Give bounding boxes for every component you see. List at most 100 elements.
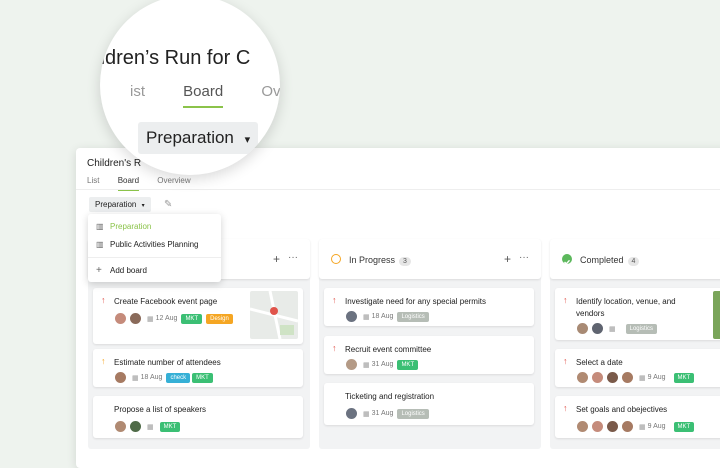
priority-high-icon: ↑	[563, 295, 568, 305]
task-title: Identify location, venue, and vendors	[576, 296, 676, 320]
avatar	[576, 322, 589, 335]
task-meta: ▦ 31 Aug MKT	[345, 358, 419, 371]
task-card[interactable]: ↑ Investigate need for any special permi…	[324, 288, 534, 326]
board-dropdown: ▥ Preparation ▥ Public Activities Planni…	[88, 214, 221, 282]
dropdown-item-label: Public Activities Planning	[110, 240, 199, 249]
tab-overview-zoomed[interactable]: Ove	[261, 83, 280, 106]
more-icon[interactable]: ···	[519, 252, 529, 263]
column-count: 4	[627, 257, 640, 266]
avatar	[621, 420, 634, 433]
column-in-progress: In Progress 3 + ··· ↑ Investigate need fo…	[319, 239, 541, 449]
tab-board-zoomed[interactable]: Board	[183, 83, 224, 108]
task-card[interactable]: Ticketing and registration ▦ 31 Aug Logi…	[324, 383, 534, 425]
tag-check: check	[166, 372, 191, 383]
dropdown-item-public-activities[interactable]: ▥ Public Activities Planning	[96, 240, 199, 249]
more-icon[interactable]: ···	[288, 252, 298, 263]
avatar	[606, 371, 619, 384]
board-select-label: Preparation	[146, 128, 234, 147]
avatar	[576, 420, 589, 433]
column-header: In Progress 3 + ···	[319, 239, 541, 279]
tabs-zoomed: ist Board Ove	[130, 83, 280, 108]
task-meta: ▦ 9 Aug MKT	[576, 371, 695, 384]
avatar	[591, 371, 604, 384]
add-card-icon[interactable]: +	[504, 252, 511, 266]
avatar	[114, 371, 127, 384]
tag-mkt: MKT	[673, 372, 695, 383]
calendar-icon: ▦	[639, 374, 646, 382]
board-select[interactable]: Preparation ▾	[89, 197, 151, 212]
tag-mkt: MKT	[192, 372, 213, 383]
avatar	[606, 420, 619, 433]
tag-design: Design	[206, 313, 233, 324]
avatar	[345, 407, 358, 420]
header-divider	[76, 189, 720, 190]
task-meta: ▦ MKT	[114, 420, 181, 433]
map-thumbnail	[249, 290, 299, 340]
magnifier-lens: hildren’s Run for C ist Board Ove Prepar…	[100, 0, 280, 175]
add-board-button[interactable]: + Add board	[96, 265, 147, 276]
column-count: 3	[399, 257, 411, 266]
column-title-text: In Progress	[349, 255, 396, 265]
calendar-icon: ▦	[363, 361, 370, 369]
task-card[interactable]: ↑ Set goals and obejectives ▦ 9 Aug MKT	[555, 396, 720, 438]
add-board-label: Add board	[110, 266, 147, 275]
task-title: Estimate number of attendees	[114, 358, 221, 367]
task-card[interactable]: ↑ Recruit event committee ▦ 31 Aug MKT	[324, 336, 534, 374]
board-select-zoomed[interactable]: Preparation ▾	[138, 122, 259, 154]
project-title: Children's R	[87, 158, 142, 169]
avatar	[621, 371, 634, 384]
task-card[interactable]: ↑ Identify location, venue, and vendors …	[555, 288, 720, 340]
priority-high-icon: ↑	[332, 343, 337, 353]
priority-high-icon: ↑	[332, 295, 337, 305]
due-date: 9 Aug	[647, 374, 666, 381]
board-icon: ▥	[96, 222, 104, 231]
add-card-icon[interactable]: +	[273, 252, 280, 266]
task-card[interactable]: ↑ Estimate number of attendees ▦ 18 Aug …	[93, 349, 303, 387]
task-meta: ▦ 9 Aug MKT	[576, 420, 695, 433]
avatar	[591, 420, 604, 433]
avatar	[114, 420, 127, 433]
column-header: Completed 4	[550, 239, 720, 279]
in-progress-status-icon	[331, 254, 341, 264]
task-card[interactable]: Propose a list of speakers ▦ MKT	[93, 396, 303, 438]
due-date: 31 Aug	[371, 410, 394, 417]
avatar	[129, 420, 142, 433]
tag-mkt: MKT	[673, 421, 695, 432]
avatar	[345, 358, 358, 371]
column-completed: Completed 4 ↑ Identify location, venue, a…	[550, 239, 720, 449]
task-card[interactable]: ↑ Create Facebook event page ▦ 12 Aug MK…	[93, 288, 303, 344]
task-card[interactable]: ↑ Select a date ▦ 9 Aug MKT	[555, 349, 720, 387]
task-title-line: Identify location, venue, and	[576, 297, 676, 306]
avatar	[591, 322, 604, 335]
avatar	[576, 371, 589, 384]
calendar-icon: ▦	[147, 423, 154, 431]
tag-logistics: Logistics	[625, 323, 657, 334]
completed-check-icon	[562, 254, 572, 265]
calendar-icon: ▦	[132, 374, 139, 382]
task-meta: ▦ Logistics	[576, 322, 657, 335]
calendar-icon: ▦	[147, 315, 154, 323]
map-icon	[249, 290, 299, 340]
due-date: 12 Aug	[155, 315, 178, 322]
due-date: 9 Aug	[647, 423, 666, 430]
calendar-icon: ▦	[609, 325, 616, 333]
tab-overview[interactable]: Overview	[157, 176, 190, 189]
caret-down-icon: ▾	[141, 203, 145, 209]
column-title-text: Completed	[580, 255, 624, 265]
avatar	[345, 310, 358, 323]
project-title-zoomed: hildren’s Run for C	[100, 47, 251, 69]
caret-down-icon: ▾	[244, 134, 251, 146]
due-date: 18 Aug	[140, 374, 163, 381]
priority-high-icon: ↑	[101, 295, 106, 305]
dropdown-item-preparation[interactable]: ▥ Preparation	[96, 222, 151, 231]
tab-list[interactable]: List	[87, 176, 99, 189]
calendar-icon: ▦	[639, 423, 646, 431]
task-title: Create Facebook event page	[114, 297, 218, 306]
edit-icon[interactable]: ✎	[164, 199, 172, 210]
priority-high-icon: ↑	[563, 403, 568, 413]
tag-logistics: Logistics	[397, 311, 429, 322]
plus-icon: +	[96, 265, 102, 276]
board-icon: ▥	[96, 240, 104, 249]
tab-list-zoomed[interactable]: ist	[130, 83, 145, 106]
column-title: Completed 4	[580, 255, 640, 266]
